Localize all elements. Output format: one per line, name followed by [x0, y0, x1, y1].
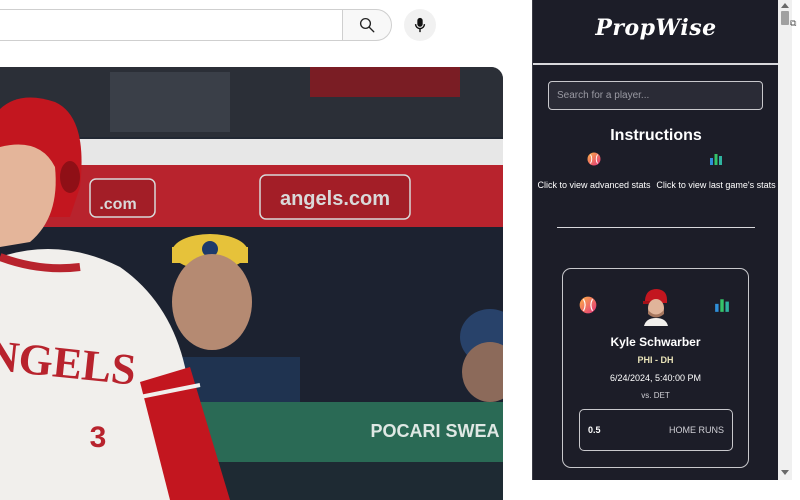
prop-line-box[interactable]: 0.5 HOME RUNS — [579, 409, 733, 451]
svg-text:3: 3 — [90, 421, 107, 454]
mic-icon — [414, 17, 426, 33]
resize-icon: ⧉ — [790, 18, 797, 28]
scroll-thumb[interactable] — [781, 11, 789, 25]
video-player[interactable]: angels.com .com POCARI SWEA NGELS 3 — [0, 67, 503, 500]
player-search-input[interactable] — [548, 81, 763, 110]
search-button[interactable] — [342, 9, 392, 41]
prop-stat-type: HOME RUNS — [668, 425, 724, 435]
propwise-logo: PropWise — [595, 15, 717, 41]
bar-chart-icon — [715, 299, 729, 312]
panel-header-divider — [533, 63, 779, 65]
search-icon — [359, 17, 375, 33]
scroll-up-arrow[interactable] — [781, 3, 789, 8]
instruction-advanced-stats: Click to view advanced stats — [533, 152, 655, 190]
section-divider — [557, 227, 755, 228]
player-avatar — [642, 288, 670, 326]
instruction-last-game: Click to view last game's stats — [655, 152, 777, 190]
opponent: vs. DET — [641, 391, 670, 400]
game-datetime: 6/24/2024, 5:40:00 PM — [609, 373, 702, 383]
player-name: Kyle Schwarber — [610, 335, 701, 349]
player-team-position: PHI - DH — [637, 355, 674, 365]
prop-line-value: 0.5 — [588, 425, 601, 435]
player-card: Kyle Schwarber PHI - DH 6/24/2024, 5:40:… — [562, 268, 749, 468]
window-bottom-strip — [532, 480, 800, 500]
last-game-stats-button[interactable] — [714, 297, 730, 318]
propwise-panel: PropWise Instructions Click to view adva… — [532, 0, 779, 480]
svg-text:POCARI SWEA: POCARI SWEA — [370, 421, 499, 441]
bar-chart-icon — [709, 152, 723, 168]
svg-text:.com: .com — [99, 196, 136, 213]
video-search-input[interactable] — [0, 9, 343, 41]
instructions-title: Instructions — [610, 127, 702, 144]
video-frame-illustration: angels.com .com POCARI SWEA NGELS 3 — [0, 67, 503, 500]
advanced-stats-button[interactable] — [579, 296, 597, 319]
scroll-down-arrow[interactable] — [781, 470, 789, 475]
svg-text:angels.com: angels.com — [280, 188, 390, 210]
baseball-icon — [579, 296, 597, 314]
voice-search-button[interactable] — [404, 9, 436, 41]
panel-scrollbar[interactable] — [778, 0, 792, 480]
baseball-icon — [587, 152, 601, 168]
instruction-last-game-text: Click to view last game's stats — [656, 180, 776, 190]
instruction-advanced-text: Click to view advanced stats — [537, 180, 651, 190]
